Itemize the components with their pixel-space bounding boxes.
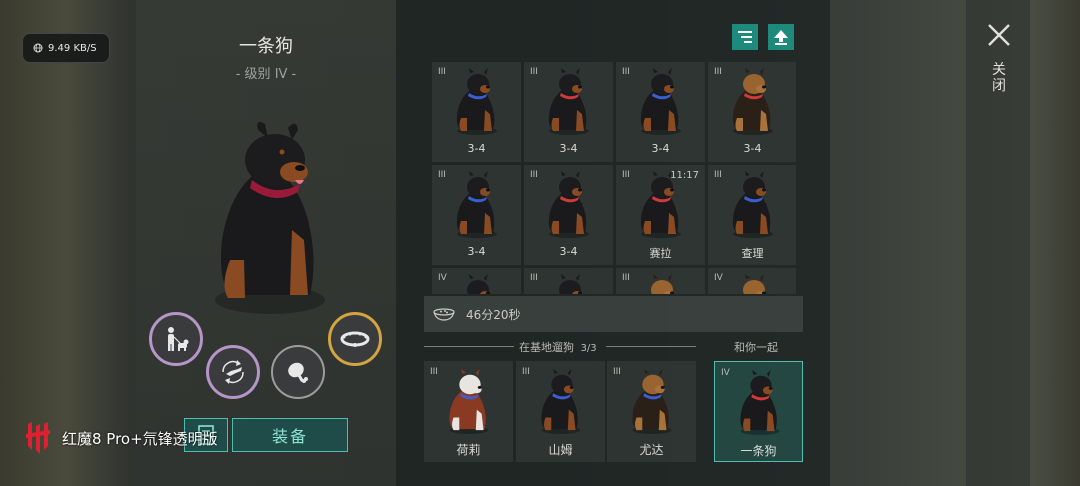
dog-grid-cell[interactable]: III 3-4 [708,62,796,162]
dog-level-badge: III [714,170,722,180]
dog-level-badge: IV [721,368,730,378]
dog-level-badge: III [613,367,621,377]
dog-grid-cell[interactable]: III 3-4 [432,165,521,265]
dog-grid-cell[interactable]: III 3-4 [616,62,705,162]
at-base-label: 在基地遛狗 3/3 [519,339,597,355]
dog-level-label: - 级别 IV - [235,67,297,82]
dog-name-label: 山姆 [548,443,573,457]
dog-label: 3-4 [743,142,762,155]
dog-name-label: 尤达 [639,443,664,457]
food-bowl-icon [433,308,455,321]
base-dog-card[interactable]: III 荷莉 [424,361,513,462]
network-speed-text: 9.49 KB/S [48,42,97,54]
upload-button[interactable] [768,24,794,50]
dog-grid-cell[interactable]: III 查理 [708,165,796,265]
dog-portrait [651,274,674,294]
dog-label: 3-4 [651,142,670,155]
dog-grid-cell[interactable]: IV [708,268,796,294]
dog-portrait [732,171,773,238]
dog-level-badge: III [622,273,630,283]
dog-portrait [456,171,497,238]
dog-label: 3-4 [559,142,578,155]
dog-portrait [732,68,773,135]
dog-name-label: 一条狗 [740,444,777,458]
globe-icon [33,43,43,53]
dog-level-badge: III [438,67,446,77]
spiked-collar-icon [340,331,370,347]
with-you-dog-card[interactable]: IV 一条狗 [714,361,803,462]
dog-label: 赛拉 [649,247,672,260]
dog-portrait [548,68,589,135]
dog-level-badge: III [438,170,446,180]
divider [424,346,514,347]
dog-portrait [743,274,766,294]
sort-button[interactable] [732,24,758,50]
dog-portrait [449,368,489,435]
walk-timer-text: 46分20秒 [466,307,521,322]
sort-list-icon [738,31,752,43]
with-you-label: 和你一起 [734,341,778,354]
dog-level-badge: III [530,273,538,283]
close-label[interactable]: 关闭 [991,62,1007,94]
meat-drumstick-icon [288,362,308,383]
divider [606,346,696,347]
base-dog-card[interactable]: III 山姆 [516,361,605,462]
person-with-dog-icon [168,327,189,351]
watermark-text: 红魔8 Pro+氘锋透明版 [62,429,218,448]
dog-portrait [467,274,490,294]
dog-portrait [548,171,589,238]
selected-dog-portrait [215,122,325,314]
dog-portrait [632,368,672,435]
dog-label: 3-4 [559,245,578,258]
dog-grid-cell[interactable]: III 3-4 [432,62,521,162]
dog-level-badge: III [714,67,722,77]
dog-level-badge: IV [714,273,723,283]
dog-grid-cell[interactable]: III [616,268,705,294]
feed-dog-button[interactable] [271,345,325,399]
red-magic-logo-icon [26,422,50,454]
walk-dog-button[interactable] [149,312,203,366]
dog-name-title: 一条狗 [239,36,293,57]
walk-timer-bar: 46分20秒 [424,296,803,332]
dog-portrait [541,368,581,435]
dog-grid-cell[interactable]: IV [432,268,521,294]
equip-button[interactable]: 装备 [232,418,348,452]
device-watermark: 红魔8 Pro+氘锋透明版 [24,420,218,456]
dog-level-badge: III [430,367,438,377]
base-dog-card[interactable]: III 尤达 [607,361,696,462]
dog-name-label: 荷莉 [456,443,481,457]
dog-level-badge: III [530,170,538,180]
dog-grid-cell[interactable]: III [524,268,613,294]
dog-label: 3-4 [467,245,486,258]
dog-grid: III 3-4 III 3-4 III 3-4 III 3-4 III 3-4 III 3-4 III 1… [432,62,796,294]
dog-grid-cell[interactable]: III 3-4 [524,165,613,265]
dog-grid-cell[interactable]: III 11:17 赛拉 [616,165,705,265]
dog-portrait [640,68,681,135]
close-icon[interactable] [986,22,1012,48]
collar-button[interactable] [328,312,382,366]
dog-label: 3-4 [467,142,486,155]
dog-level-badge: III [622,170,630,180]
dog-label: 查理 [741,247,764,260]
dog-portrait [740,369,780,436]
at-base-text: 在基地遛狗 [519,341,574,354]
train-dog-button[interactable] [206,345,260,399]
network-speed-badge: 9.49 KB/S [22,33,110,63]
dog-portrait [456,68,497,135]
dog-grid-cell[interactable]: III 3-4 [524,62,613,162]
dog-level-badge: IV [438,273,447,283]
dog-portrait [559,274,582,294]
upload-arrow-icon [774,30,788,45]
dog-cycle-icon [222,360,244,384]
dog-level-badge: III [622,67,630,77]
dog-portrait [640,171,681,238]
dog-level-badge: III [530,67,538,77]
at-base-count: 3/3 [580,343,597,354]
dog-level-badge: III [522,367,530,377]
